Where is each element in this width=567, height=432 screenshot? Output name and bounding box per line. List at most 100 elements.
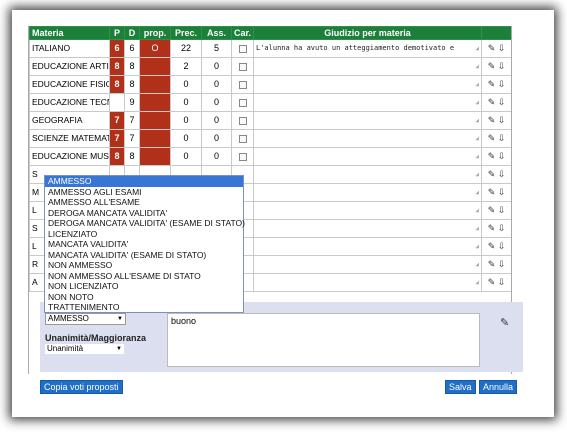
car-checkbox[interactable] <box>238 44 247 53</box>
car-checkbox[interactable] <box>238 98 247 107</box>
arrow-down-icon[interactable]: ⇩ <box>495 259 506 269</box>
row-actions[interactable]: ✎ ⇩ <box>481 93 511 112</box>
row-actions[interactable]: ✎ ⇩ <box>481 183 511 202</box>
dropdown-option[interactable]: DEROGA MANCATA VALIDITA' (ESAME DI STATO… <box>45 218 245 229</box>
row-actions[interactable]: ✎ ⇩ <box>481 111 511 130</box>
edit-icon[interactable]: ✎ <box>500 316 509 329</box>
car-checkbox-cell[interactable] <box>231 129 254 148</box>
esito-dropdown-list[interactable]: AMMESSO AMMESSO AGLI ESAMI AMMESSO ALL'ESA… <box>44 175 245 313</box>
resize-grip-icon[interactable]: ◢ <box>475 278 479 287</box>
dropdown-option[interactable]: AMMESSO AGLI ESAMI <box>45 187 243 198</box>
ass-cell-text: 0 <box>213 151 219 161</box>
giudizio-textarea[interactable]: buono <box>167 313 480 367</box>
car-checkbox[interactable] <box>238 80 247 89</box>
car-checkbox-cell[interactable] <box>231 111 254 130</box>
dropdown-option[interactable]: MANCATA VALIDITA' (ESAME DI STATO) <box>45 250 243 261</box>
row-actions[interactable]: ✎ ⇩ <box>481 237 511 256</box>
row-actions[interactable]: ✎ ⇩ <box>481 165 511 184</box>
copy-votes-button[interactable]: Copia voti proposti <box>40 380 123 394</box>
resize-grip-icon[interactable]: ◢ <box>475 242 479 251</box>
judgement-cell[interactable]: ◢ <box>253 75 482 94</box>
judgement-cell[interactable]: ◢ <box>253 201 482 220</box>
arrow-down-icon[interactable]: ⇩ <box>495 241 506 251</box>
resize-grip-icon[interactable]: ◢ <box>475 80 479 89</box>
arrow-down-icon[interactable]: ⇩ <box>495 115 506 125</box>
car-checkbox-cell[interactable] <box>231 93 254 112</box>
resize-grip-icon[interactable]: ◢ <box>475 116 479 125</box>
judgement-cell[interactable]: L'alunna ha avuto un atteggiamento demot… <box>253 39 482 58</box>
judgement-cell[interactable]: ◢ <box>253 219 482 238</box>
judgement-cell[interactable]: ◢ <box>253 147 482 166</box>
judgement-cell[interactable]: ◢ <box>253 129 482 148</box>
judgement-cell[interactable]: ◢ <box>253 237 482 256</box>
arrow-down-icon[interactable]: ⇩ <box>495 79 506 89</box>
cancel-button[interactable]: Annulla <box>479 380 518 394</box>
judgement-cell[interactable]: ◢ <box>253 165 482 184</box>
row-actions[interactable]: ✎ ⇩ <box>481 129 511 148</box>
subject-cell: GEOGRAFIA <box>29 111 110 130</box>
dropdown-option[interactable]: LICENZIATO <box>45 229 243 240</box>
dropdown-option[interactable]: NON AMMESSO <box>45 260 243 271</box>
judgement-cell[interactable]: ◢ <box>253 93 482 112</box>
arrow-down-icon[interactable]: ⇩ <box>495 61 506 71</box>
row-actions[interactable]: ✎ ⇩ <box>481 201 511 220</box>
judgement-cell[interactable]: ◢ <box>253 273 482 292</box>
resize-grip-icon[interactable]: ◢ <box>475 170 479 179</box>
resize-grip-icon[interactable]: ◢ <box>475 134 479 143</box>
arrow-down-icon[interactable]: ⇩ <box>495 133 506 143</box>
judgement-cell[interactable]: ◢ <box>253 111 482 130</box>
resize-grip-icon[interactable]: ◢ <box>475 260 479 269</box>
row-actions[interactable]: ✎ ⇩ <box>481 219 511 238</box>
arrow-down-icon[interactable]: ⇩ <box>495 97 506 107</box>
car-checkbox[interactable] <box>238 152 247 161</box>
row-actions[interactable]: ✎ ⇩ <box>481 39 511 58</box>
resize-grip-icon[interactable]: ◢ <box>475 206 479 215</box>
row-actions[interactable]: ✎ ⇩ <box>481 75 511 94</box>
car-checkbox-cell[interactable] <box>231 147 254 166</box>
subject-cell-text: S <box>32 169 38 179</box>
dropdown-option[interactable]: NON NOTO <box>45 292 243 303</box>
car-checkbox-cell[interactable] <box>231 39 254 58</box>
arrow-down-icon[interactable]: ⇩ <box>495 277 506 287</box>
unanimita-select[interactable]: Unanimità ▼ <box>45 344 124 354</box>
car-checkbox[interactable] <box>238 134 247 143</box>
dropdown-option[interactable]: AMMESSO <box>45 176 243 187</box>
arrow-down-icon[interactable]: ⇩ <box>495 43 506 53</box>
car-checkbox-cell[interactable] <box>231 57 254 76</box>
dropdown-option[interactable]: NON LICENZIATO <box>45 281 243 292</box>
car-checkbox-cell[interactable] <box>231 75 254 94</box>
resize-grip-icon[interactable]: ◢ <box>475 152 479 161</box>
save-button[interactable]: Salva <box>445 380 476 394</box>
judgement-cell[interactable]: ◢ <box>253 183 482 202</box>
arrow-down-icon[interactable]: ⇩ <box>495 169 506 179</box>
dropdown-option[interactable]: AMMESSO ALL'ESAME <box>45 197 243 208</box>
arrow-down-icon[interactable]: ⇩ <box>495 223 506 233</box>
arrow-down-icon[interactable]: ⇩ <box>495 151 506 161</box>
resize-grip-icon[interactable]: ◢ <box>475 224 479 233</box>
resize-grip-icon[interactable]: ◢ <box>475 98 479 107</box>
esito-select[interactable]: AMMESSO ▼ <box>45 313 126 325</box>
judgement-cell[interactable]: ◢ <box>253 255 482 274</box>
judgement-cell[interactable]: ◢ <box>253 57 482 76</box>
ass-cell-text: 5 <box>213 43 219 53</box>
dropdown-option[interactable]: TRATTENIMENTO <box>45 302 243 313</box>
prop-grade-cell <box>139 57 171 76</box>
car-checkbox[interactable] <box>238 62 247 71</box>
resize-grip-icon[interactable]: ◢ <box>475 188 479 197</box>
row-actions[interactable]: ✎ ⇩ <box>481 255 511 274</box>
dropdown-option[interactable]: NON AMMESSO ALL'ESAME DI STATO <box>45 271 243 282</box>
ass-cell: 5 <box>201 39 232 58</box>
resize-grip-icon[interactable]: ◢ <box>475 62 479 71</box>
arrow-down-icon[interactable]: ⇩ <box>495 205 506 215</box>
row-actions[interactable]: ✎ ⇩ <box>481 57 511 76</box>
resize-grip-icon[interactable]: ◢ <box>475 44 479 53</box>
subject-cell-text: S <box>32 223 38 233</box>
dropdown-option[interactable]: DEROGA MANCATA VALIDITA' <box>45 208 243 219</box>
row-actions[interactable]: ✎ ⇩ <box>481 147 511 166</box>
ass-cell: 0 <box>201 147 232 166</box>
ass-cell: 0 <box>201 75 232 94</box>
dropdown-option[interactable]: MANCATA VALIDITA' <box>45 239 243 250</box>
row-actions[interactable]: ✎ ⇩ <box>481 273 511 292</box>
car-checkbox[interactable] <box>238 116 247 125</box>
arrow-down-icon[interactable]: ⇩ <box>495 187 506 197</box>
